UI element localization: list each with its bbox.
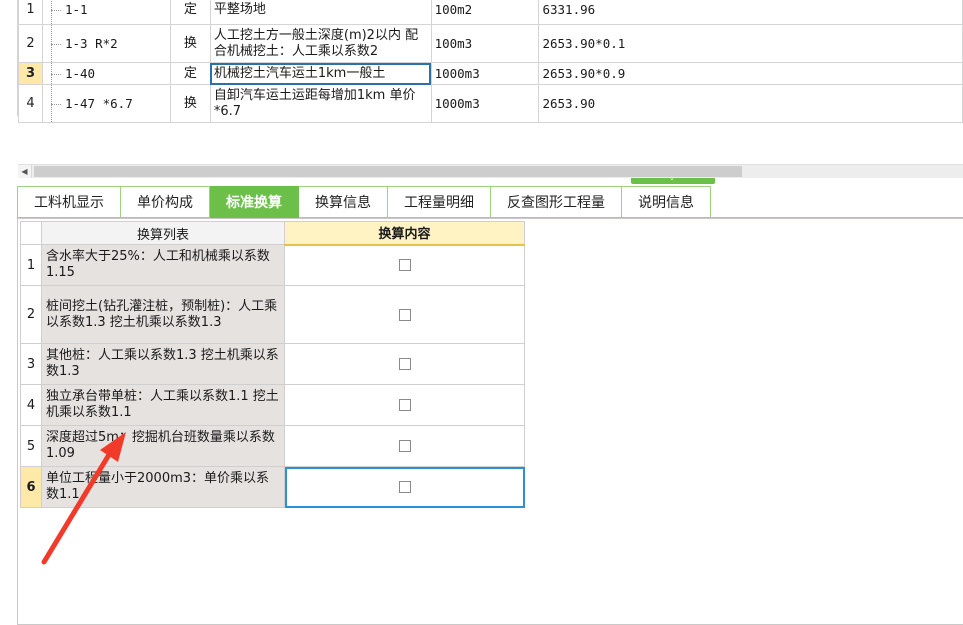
row-number: 4 [20, 384, 42, 426]
checkbox-icon[interactable] [398, 399, 411, 411]
table-row[interactable]: 5 深度超过5m：挖掘机台班数量乘以系数1.09 [20, 425, 525, 467]
column-header-content[interactable]: 换算内容 [284, 221, 525, 246]
quota-grid: 1 1-1 定 平整场地 100m2 6331.96 2 1-3 R*2 换 人… [0, 0, 963, 123]
conversion-checkbox-cell[interactable] [284, 343, 525, 385]
quota-unit[interactable]: 1000m3 [430, 84, 540, 123]
quota-type[interactable]: 定 [169, 62, 211, 85]
quota-code[interactable]: 1-40 [41, 62, 171, 85]
row-number: 3 [20, 343, 42, 385]
quota-quantity[interactable]: 6331.96 [538, 0, 963, 25]
row-number: 4 [18, 84, 43, 123]
quota-type[interactable]: 换 [169, 84, 211, 123]
table-row-selected[interactable]: 3 1-40 定 机械挖土汽车运土1km一般土 1000m3 2653.90*0… [18, 62, 963, 85]
row-number: 2 [20, 285, 42, 344]
quota-name[interactable]: 人工挖土方一般土深度(m)2以内 配合机械挖土：人工乘以系数2 [209, 24, 432, 63]
conversion-checkbox-cell[interactable] [284, 244, 525, 286]
quota-name-editing[interactable]: 机械挖土汽车运土1km一般土 [209, 62, 432, 85]
row-number: 5 [20, 425, 42, 467]
row-number: 6 [20, 466, 42, 508]
conversion-checkbox-cell[interactable] [284, 425, 525, 467]
conversion-description[interactable]: 单位工程量小于2000m3：单价乘以系数1.1 [41, 466, 285, 508]
conversion-description[interactable]: 其他桩：人工乘以系数1.3 挖土机乘以系数1.3 [41, 343, 285, 385]
quota-name[interactable]: 平整场地 [209, 0, 432, 25]
row-number: 2 [18, 24, 43, 63]
row-number: 3 [18, 62, 43, 85]
tab-description[interactable]: 说明信息 [622, 186, 711, 218]
tab-quantity-detail[interactable]: 工程量明细 [388, 186, 491, 218]
quota-code[interactable]: 1-47 *6.7 [41, 84, 171, 123]
quota-unit[interactable]: 1000m3 [430, 62, 540, 85]
tab-reverse-graphic-quantity[interactable]: 反查图形工程量 [491, 186, 622, 218]
quota-type[interactable]: 定 [169, 0, 211, 25]
tab-material-display[interactable]: 工料机显示 [17, 186, 121, 218]
quota-type[interactable]: 换 [169, 24, 211, 63]
conversion-description[interactable]: 深度超过5m：挖掘机台班数量乘以系数1.09 [41, 425, 285, 467]
quota-unit[interactable]: 100m3 [430, 24, 540, 63]
conversion-checkbox-cell[interactable] [284, 466, 525, 508]
quota-quantity[interactable]: 2653.90*0.9 [538, 62, 963, 85]
quota-code[interactable]: 1-3 R*2 [41, 24, 171, 63]
table-row[interactable]: 1 含水率大于25%：人工和机械乘以系数1.15 [20, 244, 525, 286]
conversion-checkbox-cell[interactable] [284, 285, 525, 344]
conversion-checkbox-cell[interactable] [284, 384, 525, 426]
table-row[interactable]: 4 1-47 *6.7 换 自卸汽车运土运距每增加1km 单价*6.7 1000… [18, 84, 963, 123]
triangle-left-icon[interactable]: ◀ [18, 165, 32, 178]
quota-name[interactable]: 自卸汽车运土运距每增加1km 单价*6.7 [209, 84, 432, 123]
quota-code[interactable]: 1-1 [41, 0, 171, 25]
conversion-description[interactable]: 桩间挖土(钻孔灌注桩，预制桩)：人工乘以系数1.3 挖土机乘以系数1.3 [41, 285, 285, 344]
conversion-table: 换算列表 换算内容 1 含水率大于25%：人工和机械乘以系数1.15 2 桩间挖… [20, 221, 525, 508]
tab-conversion-info[interactable]: 换算信息 [299, 186, 388, 218]
table-row[interactable]: 2 1-3 R*2 换 人工挖土方一般土深度(m)2以内 配合机械挖土：人工乘以… [18, 24, 963, 63]
row-number: 1 [18, 0, 43, 25]
table-header: 换算列表 换算内容 [20, 221, 525, 246]
corner-cell [20, 221, 42, 245]
checkbox-icon[interactable] [398, 358, 411, 370]
table-row[interactable]: 3 其他桩：人工乘以系数1.3 挖土机乘以系数1.3 [20, 343, 525, 385]
detail-tabs: 工料机显示 单价构成 标准换算 换算信息 工程量明细 反查图形工程量 说明信息 [17, 186, 711, 218]
quota-unit[interactable]: 100m2 [430, 0, 540, 25]
table-row[interactable]: 4 独立承台带单桩：人工乘以系数1.1 挖土机乘以系数1.1 [20, 384, 525, 426]
checkbox-icon[interactable] [398, 259, 411, 272]
tab-standard-conversion[interactable]: 标准换算 [210, 186, 299, 218]
row-number: 1 [20, 244, 42, 286]
quota-quantity[interactable]: 2653.90*0.1 [538, 24, 963, 63]
scrollbar-thumb[interactable] [34, 166, 742, 177]
table-row[interactable]: 1 1-1 定 平整场地 100m2 6331.96 [18, 0, 963, 25]
horizontal-scrollbar[interactable]: ◀ [18, 164, 963, 178]
conversion-description[interactable]: 独立承台带单桩：人工乘以系数1.1 挖土机乘以系数1.1 [41, 384, 285, 426]
tab-unit-price-composition[interactable]: 单价构成 [121, 186, 210, 218]
table-row[interactable]: 2 桩间挖土(钻孔灌注桩，预制桩)：人工乘以系数1.3 挖土机乘以系数1.3 [20, 285, 525, 344]
table-row-selected[interactable]: 6 单位工程量小于2000m3：单价乘以系数1.1 [20, 466, 525, 508]
checkbox-icon[interactable] [398, 481, 411, 493]
checkbox-icon[interactable] [398, 440, 411, 452]
chevron-down-icon: ⌄ [669, 174, 675, 182]
quota-quantity[interactable]: 2653.90 [538, 84, 963, 123]
conversion-description[interactable]: 含水率大于25%：人工和机械乘以系数1.15 [41, 244, 285, 286]
checkbox-icon[interactable] [398, 308, 411, 321]
panel-splitter[interactable]: ⌄ [631, 174, 715, 184]
column-header-list[interactable]: 换算列表 [41, 221, 285, 245]
